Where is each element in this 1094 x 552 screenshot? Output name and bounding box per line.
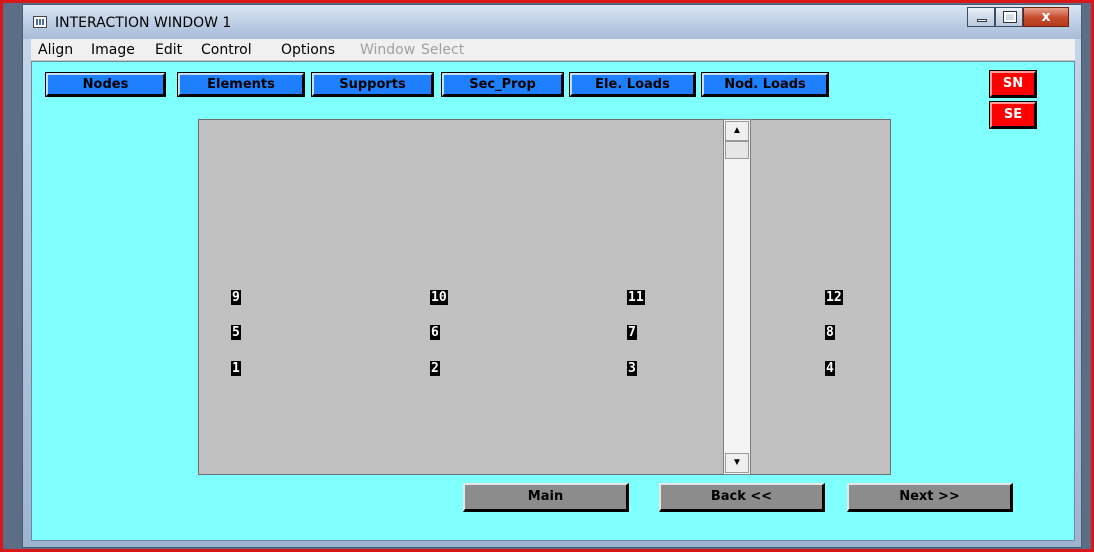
back-button[interactable]: Back << bbox=[659, 483, 825, 512]
sn-button[interactable]: SN bbox=[989, 70, 1037, 98]
node-label[interactable]: 5 bbox=[231, 325, 241, 340]
elements-button[interactable]: Elements bbox=[177, 72, 305, 97]
vertical-scrollbar[interactable]: ▲ ▼ bbox=[723, 119, 751, 475]
menu-bar: Align Image Edit Control Options Window … bbox=[31, 39, 1075, 61]
scroll-thumb[interactable] bbox=[725, 141, 749, 159]
node-label[interactable]: 8 bbox=[825, 325, 835, 340]
node-label[interactable]: 12 bbox=[825, 290, 843, 305]
node-label[interactable]: 1 bbox=[231, 361, 241, 376]
model-canvas[interactable]: 9 10 11 12 5 6 7 8 1 2 3 4 bbox=[198, 119, 891, 475]
node-label[interactable]: 6 bbox=[430, 325, 440, 340]
menu-select: Select bbox=[421, 42, 465, 58]
minimize-button[interactable] bbox=[967, 7, 995, 27]
sec-prop-button[interactable]: Sec_Prop bbox=[441, 72, 564, 97]
main-button[interactable]: Main bbox=[463, 483, 629, 512]
caption-buttons: x bbox=[967, 7, 1069, 27]
scroll-down-icon[interactable]: ▼ bbox=[725, 453, 749, 473]
menu-window: Window bbox=[360, 42, 416, 58]
scroll-up-icon[interactable]: ▲ bbox=[725, 121, 749, 141]
menu-control[interactable]: Control bbox=[201, 42, 252, 58]
nodes-button[interactable]: Nodes bbox=[45, 72, 166, 97]
menu-image[interactable]: Image bbox=[91, 42, 135, 58]
minimize-icon bbox=[977, 19, 987, 22]
close-icon: x bbox=[1041, 9, 1051, 25]
ele-loads-button[interactable]: Ele. Loads bbox=[569, 72, 696, 97]
maximize-icon bbox=[1003, 11, 1017, 23]
supports-button[interactable]: Supports bbox=[311, 72, 434, 97]
node-label[interactable]: 9 bbox=[231, 290, 241, 305]
menu-align[interactable]: Align bbox=[38, 42, 73, 58]
interaction-window: INTERACTION WINDOW 1 x Align Image Edit … bbox=[22, 4, 1082, 548]
title-bar[interactable]: INTERACTION WINDOW 1 x bbox=[23, 5, 1081, 39]
node-label[interactable]: 2 bbox=[430, 361, 440, 376]
menu-edit[interactable]: Edit bbox=[155, 42, 182, 58]
nod-loads-button[interactable]: Nod. Loads bbox=[701, 72, 829, 97]
next-button[interactable]: Next >> bbox=[847, 483, 1013, 512]
menu-options[interactable]: Options bbox=[281, 42, 335, 58]
maximize-button[interactable] bbox=[995, 7, 1023, 27]
client-area: Nodes Elements Supports Sec_Prop Ele. Lo… bbox=[31, 61, 1075, 541]
window-icon[interactable] bbox=[33, 16, 47, 28]
close-button[interactable]: x bbox=[1023, 7, 1069, 27]
node-label[interactable]: 7 bbox=[627, 325, 637, 340]
window-title: INTERACTION WINDOW 1 bbox=[55, 15, 232, 31]
node-label[interactable]: 4 bbox=[825, 361, 835, 376]
node-label[interactable]: 10 bbox=[430, 290, 448, 305]
node-label[interactable]: 11 bbox=[627, 290, 645, 305]
se-button[interactable]: SE bbox=[989, 101, 1037, 129]
node-label[interactable]: 3 bbox=[627, 361, 637, 376]
